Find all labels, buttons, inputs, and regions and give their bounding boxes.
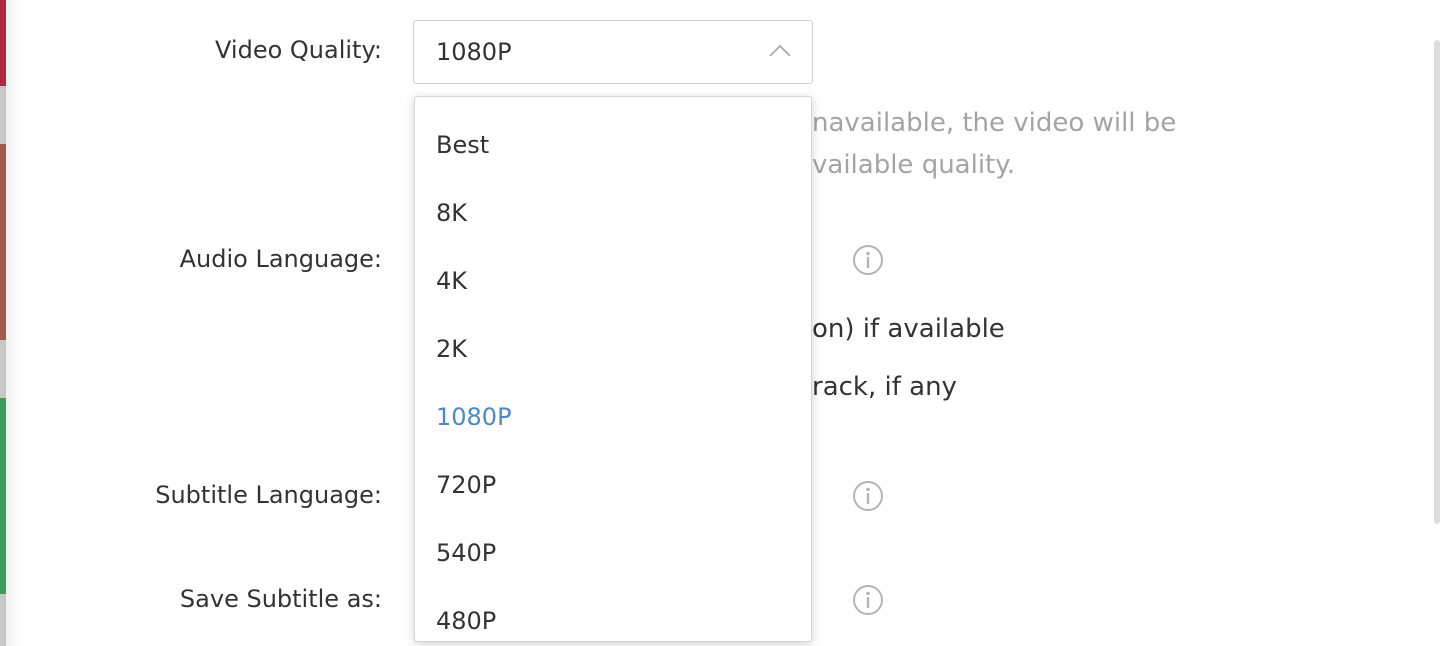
settings-page: Video Quality: Audio Language: Subtitle … [0, 0, 1446, 646]
info-icon[interactable] [852, 480, 884, 512]
video-quality-selected-value: 1080P [436, 38, 512, 66]
audio-language-label: Audio Language: [179, 245, 382, 273]
save-subtitle-as-label: Save Subtitle as: [179, 585, 382, 613]
audio-option-original-label[interactable]: on) if available [812, 314, 1005, 344]
chevron-up-icon [769, 44, 791, 57]
dropdown-option-best[interactable]: Best [415, 115, 811, 175]
info-icon[interactable] [852, 244, 884, 276]
dropdown-option-2k[interactable]: 2K [415, 319, 811, 379]
subtitle-language-label: Subtitle Language: [155, 481, 382, 509]
dropdown-option-8k[interactable]: 8K [415, 183, 811, 243]
dropdown-option-480p[interactable]: 480P [415, 591, 811, 641]
video-quality-hint: navailable, the video will be [812, 108, 1177, 138]
video-quality-select[interactable]: 1080P [413, 20, 813, 84]
video-quality-dropdown: Best 8K 4K 2K 1080P 720P 540P 480P [414, 96, 812, 642]
scrollbar-thumb[interactable] [1434, 40, 1440, 524]
dropdown-option-540p[interactable]: 540P [415, 523, 811, 583]
audio-option-all-tracks-label[interactable]: rack, if any [812, 372, 957, 402]
dropdown-option-720p[interactable]: 720P [415, 455, 811, 515]
panel-shadow [6, 0, 20, 646]
info-icon[interactable] [852, 584, 884, 616]
dropdown-option-4k[interactable]: 4K [415, 251, 811, 311]
video-quality-label: Video Quality: [215, 36, 382, 64]
video-quality-hint: vailable quality. [812, 150, 1016, 180]
dropdown-option-1080p[interactable]: 1080P [415, 387, 811, 447]
